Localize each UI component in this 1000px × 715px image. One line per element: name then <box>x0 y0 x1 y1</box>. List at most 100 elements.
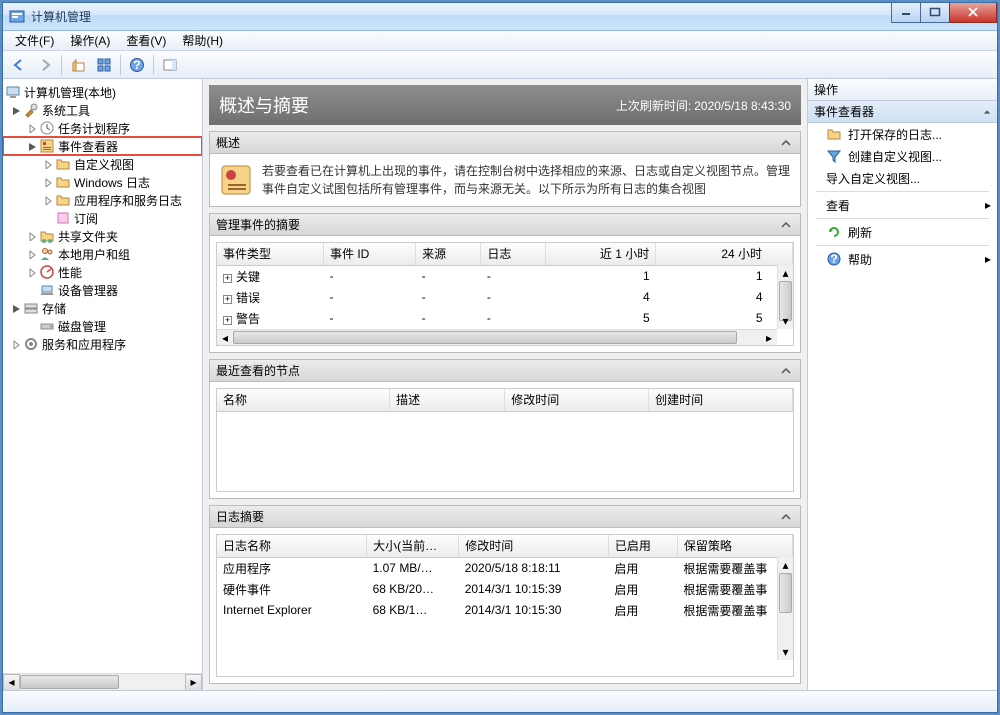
tree-shared-folders[interactable]: 共享文件夹 <box>3 227 202 245</box>
chevron-up-icon[interactable] <box>778 363 794 379</box>
action-import-custom-view[interactable]: 导入自定义视图... <box>808 167 997 189</box>
scroll-up-icon[interactable]: ▴ <box>778 557 793 573</box>
tree-system-tools[interactable]: 系统工具 <box>3 101 202 119</box>
overview-section: 概述 若要查看已在计算机上出现的事件，请在控制台树中选择相应的来源、日志或自定义… <box>209 131 801 207</box>
action-open-saved-log[interactable]: 打开保存的日志... <box>808 123 997 145</box>
col-type[interactable]: 事件类型 <box>217 243 324 265</box>
tree-performance[interactable]: 性能 <box>3 263 202 281</box>
tree-device-manager[interactable]: 设备管理器 <box>3 281 202 299</box>
tree-event-viewer[interactable]: 事件查看器 <box>3 137 202 155</box>
expand-icon[interactable]: + <box>223 274 232 283</box>
scroll-up-icon[interactable]: ▴ <box>778 265 793 281</box>
chevron-up-icon[interactable] <box>778 217 794 233</box>
chevron-right-icon: ▸ <box>985 198 991 212</box>
col-source[interactable]: 来源 <box>416 243 481 265</box>
expand-icon[interactable] <box>43 195 53 205</box>
toolbar: ? <box>3 51 997 79</box>
tree-local-users[interactable]: 本地用户和组 <box>3 245 202 263</box>
expand-icon[interactable] <box>43 159 53 169</box>
action-view[interactable]: 查看▸ <box>808 194 997 216</box>
back-button[interactable] <box>7 54 31 76</box>
close-button[interactable] <box>949 3 997 23</box>
collapse-icon[interactable] <box>11 105 21 115</box>
tree-root[interactable]: 计算机管理(本地) <box>3 83 202 101</box>
expand-icon[interactable] <box>27 231 37 241</box>
maximize-button[interactable] <box>920 3 950 23</box>
col-hour[interactable]: 近 1 小时 <box>546 243 656 265</box>
col-enabled[interactable]: 已启用 <box>608 535 677 557</box>
table-row[interactable]: +关键---11 <box>217 265 793 287</box>
col-desc[interactable]: 描述 <box>390 389 505 411</box>
properties-button[interactable] <box>92 54 116 76</box>
chevron-up-icon[interactable] <box>778 509 794 525</box>
collapse-icon[interactable] <box>27 141 37 151</box>
scroll-right-icon[interactable]: ▸ <box>185 674 202 691</box>
scroll-thumb[interactable] <box>20 675 119 689</box>
tree-app-services-logs[interactable]: 应用程序和服务日志 <box>3 191 202 209</box>
scroll-down-icon[interactable]: ▾ <box>778 644 793 660</box>
actions-subheader[interactable]: 事件查看器 <box>808 101 997 123</box>
tree-task-scheduler[interactable]: 任务计划程序 <box>3 119 202 137</box>
scroll-down-icon[interactable]: ▾ <box>778 313 793 329</box>
section-header[interactable]: 日志摘要 <box>210 506 800 528</box>
expand-icon[interactable]: + <box>223 295 232 304</box>
scroll-thumb[interactable] <box>779 573 792 613</box>
col-name[interactable]: 名称 <box>217 389 390 411</box>
scroll-thumb[interactable] <box>233 331 737 344</box>
chevron-up-icon[interactable] <box>778 135 794 151</box>
chevron-up-icon[interactable] <box>983 105 991 119</box>
col-log[interactable]: 日志 <box>481 243 546 265</box>
menu-view[interactable]: 查看(V) <box>118 30 174 51</box>
expand-icon[interactable] <box>11 339 21 349</box>
scroll-right-icon[interactable]: ▸ <box>761 330 777 345</box>
action-refresh[interactable]: 刷新 <box>808 221 997 243</box>
col-modified[interactable]: 修改时间 <box>505 389 649 411</box>
section-header[interactable]: 最近查看的节点 <box>210 360 800 382</box>
expand-icon[interactable]: + <box>223 316 232 325</box>
scroll-left-icon[interactable]: ◂ <box>3 674 20 691</box>
menu-action[interactable]: 操作(A) <box>62 30 118 51</box>
show-action-pane-button[interactable] <box>158 54 182 76</box>
collapse-icon[interactable] <box>11 303 21 313</box>
expand-icon[interactable] <box>43 177 53 187</box>
vertical-scrollbar[interactable]: ▴▾ <box>777 557 793 660</box>
table-row[interactable]: +错误---44 <box>217 287 793 308</box>
table-row[interactable]: Internet Explorer68 KB/1…2014/3/1 10:15:… <box>217 600 793 621</box>
action-create-custom-view[interactable]: 创建自定义视图... <box>808 145 997 167</box>
action-help[interactable]: ?帮助▸ <box>808 248 997 270</box>
section-header[interactable]: 概述 <box>210 132 800 154</box>
titlebar[interactable]: 计算机管理 <box>3 3 997 31</box>
expand-icon[interactable] <box>27 267 37 277</box>
tree-services-apps[interactable]: 服务和应用程序 <box>3 335 202 353</box>
tree-scrollbar[interactable]: ◂ ▸ <box>3 673 202 690</box>
col-modified[interactable]: 修改时间 <box>459 535 609 557</box>
col-size[interactable]: 大小(当前… <box>367 535 459 557</box>
col-policy[interactable]: 保留策略 <box>677 535 792 557</box>
table-row[interactable]: 硬件事件68 KB/20…2014/3/1 10:15:39启用根据需要覆盖事 <box>217 579 793 600</box>
table-row[interactable]: +警告---55 <box>217 308 793 329</box>
col-day[interactable]: 24 小时 <box>656 243 793 265</box>
menu-help[interactable]: 帮助(H) <box>174 30 231 51</box>
clock-icon <box>39 120 55 136</box>
summary-table: 事件类型 事件 ID 来源 日志 近 1 小时 24 小时 +关键---11 +… <box>217 243 793 329</box>
tree-windows-logs[interactable]: Windows 日志 <box>3 173 202 191</box>
expand-icon[interactable] <box>27 123 37 133</box>
up-button[interactable] <box>66 54 90 76</box>
col-created[interactable]: 创建时间 <box>649 389 793 411</box>
vertical-scrollbar[interactable]: ▴▾ <box>777 265 793 329</box>
tree-custom-views[interactable]: 自定义视图 <box>3 155 202 173</box>
col-id[interactable]: 事件 ID <box>324 243 416 265</box>
help-button[interactable]: ? <box>125 54 149 76</box>
section-header[interactable]: 管理事件的摘要 <box>210 214 800 236</box>
horizontal-scrollbar[interactable]: ◂▸ <box>217 329 777 345</box>
minimize-button[interactable] <box>891 3 921 23</box>
tree-subscriptions[interactable]: 订阅 <box>3 209 202 227</box>
tree-storage[interactable]: 存储 <box>3 299 202 317</box>
tree-disk-management[interactable]: 磁盘管理 <box>3 317 202 335</box>
table-row[interactable]: 应用程序1.07 MB/…2020/5/18 8:18:11启用根据需要覆盖事 <box>217 557 793 579</box>
menu-file[interactable]: 文件(F) <box>7 30 62 51</box>
col-name[interactable]: 日志名称 <box>217 535 367 557</box>
scroll-left-icon[interactable]: ◂ <box>217 330 233 345</box>
expand-icon[interactable] <box>27 249 37 259</box>
forward-button[interactable] <box>33 54 57 76</box>
